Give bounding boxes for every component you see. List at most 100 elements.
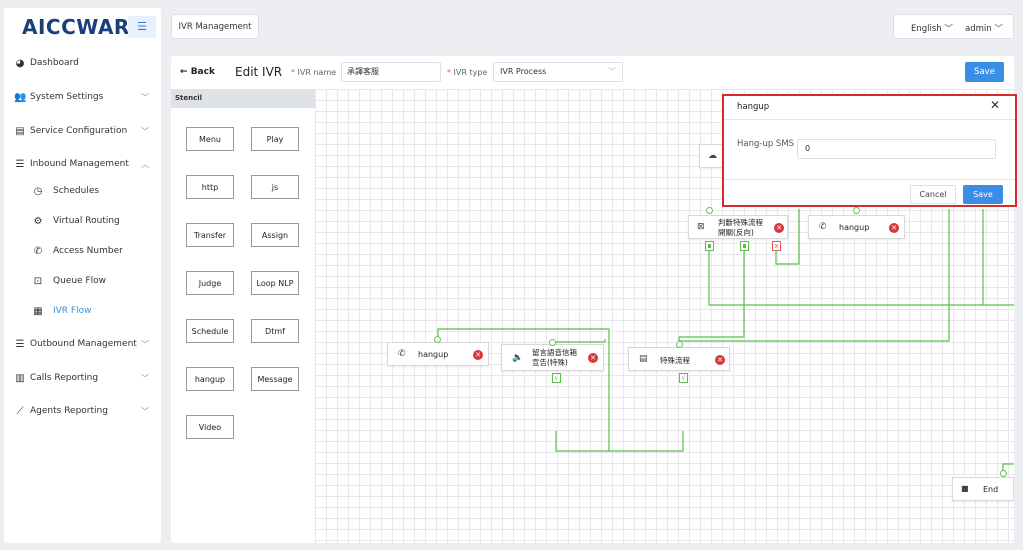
- node-label-line1: 判斷特殊流程: [718, 218, 763, 227]
- node-hangup-top[interactable]: ✆ hangup ✕: [808, 215, 905, 239]
- ivr-name-input[interactable]: 承譯客服: [341, 62, 441, 82]
- node-judge[interactable]: ⊠ 判斷特殊流程 開關(反向) ✕: [688, 215, 788, 239]
- sidebar-item-service-configuration[interactable]: ▤ Service Configuration ﹀: [4, 118, 161, 144]
- user-menu[interactable]: admin ﹀: [965, 22, 1003, 34]
- stencil-item-schedule[interactable]: Schedule: [186, 319, 234, 343]
- node-end[interactable]: ■ End: [952, 477, 1014, 501]
- node-label: hangup: [418, 350, 449, 359]
- logo: AICCWARE: [22, 15, 144, 39]
- delete-node-icon[interactable]: ✕: [473, 350, 483, 360]
- ivr-type-label: * IVR type: [447, 68, 487, 77]
- output-port-no[interactable]: x: [772, 241, 781, 251]
- tab-ivr-management[interactable]: IVR Management: [171, 14, 259, 39]
- chevron-down-icon: ﹀: [141, 339, 149, 349]
- stencil-item-video[interactable]: Video: [186, 415, 234, 439]
- list-icon: ☰: [15, 338, 25, 350]
- delete-node-icon[interactable]: ✕: [774, 223, 784, 233]
- node-label: hangup: [839, 223, 870, 232]
- sidebar-item-label: Dashboard: [30, 58, 79, 68]
- input-port[interactable]: [853, 207, 860, 214]
- sidebar-item-inbound-management[interactable]: ☰ Inbound Management ︿: [4, 151, 161, 177]
- sidebar-item-label: Calls Reporting: [30, 373, 99, 383]
- page-title: Edit IVR: [235, 65, 283, 79]
- stencil-item-play[interactable]: Play: [251, 127, 299, 151]
- stencil-item-judge[interactable]: Judge: [186, 271, 234, 295]
- input-port[interactable]: [434, 336, 441, 343]
- chevron-down-icon: ﹀: [141, 406, 149, 416]
- input-port[interactable]: [706, 207, 713, 214]
- sidebar-item-label: System Settings: [30, 92, 104, 102]
- sidebar-subitem-access-number[interactable]: ✆ Access Number: [4, 239, 161, 263]
- back-button[interactable]: ← Back: [180, 67, 215, 77]
- input-port[interactable]: [1000, 470, 1007, 477]
- divider: [724, 119, 1015, 120]
- sidebar-item-outbound-management[interactable]: ☰ Outbound Management ﹀: [4, 331, 161, 357]
- output-port[interactable]: √: [679, 373, 688, 383]
- menu-toggle-icon[interactable]: ☰: [128, 16, 156, 38]
- sidebar-subitem-label: Virtual Routing: [53, 216, 120, 226]
- sidebar-item-system-settings[interactable]: 👥 System Settings ﹀: [4, 84, 161, 110]
- stencil-item-assign[interactable]: Assign: [251, 223, 299, 247]
- sidebar-subitem-schedules[interactable]: ◷ Schedules: [4, 179, 161, 203]
- stencil-item-loop-nlp[interactable]: Loop NLP: [251, 271, 299, 295]
- sidebar-item-dashboard[interactable]: ◕ Dashboard: [4, 50, 161, 76]
- chevron-down-icon: ﹀: [141, 373, 149, 383]
- users-icon: 👥: [14, 91, 27, 103]
- arrow-left-icon: ←: [180, 67, 191, 77]
- sidebar-subitem-label: IVR Flow: [53, 306, 92, 316]
- save-button[interactable]: Save: [965, 62, 1004, 82]
- sidebar-subitem-label: Access Number: [53, 246, 123, 256]
- output-port-yes[interactable]: [740, 241, 749, 251]
- chevron-up-icon: ︿: [141, 159, 149, 169]
- stop-icon: ■: [961, 484, 969, 493]
- delete-node-icon[interactable]: ✕: [889, 223, 899, 233]
- stencil-item-message[interactable]: Message: [251, 367, 299, 391]
- language-selector[interactable]: English ﹀: [911, 22, 953, 34]
- delete-node-icon[interactable]: ✕: [588, 353, 598, 363]
- back-label: Back: [190, 67, 215, 77]
- judge-icon: ⊠: [697, 222, 705, 232]
- chevron-down-icon: ﹀: [608, 67, 616, 76]
- node-special-flow[interactable]: ▤ 特殊流程 ✕: [628, 347, 730, 371]
- chevron-down-icon: ﹀: [141, 92, 149, 102]
- node-voicemail[interactable]: 🔈 留言語音信箱 宣告(特殊) ✕: [501, 344, 604, 371]
- stencil-item-dtmf[interactable]: Dtmf: [251, 319, 299, 343]
- sidebar-item-label: Outbound Management: [30, 339, 137, 349]
- sidebar: AICCWARE ☰ ◕ Dashboard 👥 System Settings…: [4, 8, 161, 543]
- input-port[interactable]: [549, 339, 556, 346]
- stencil-item-hangup[interactable]: hangup: [186, 367, 234, 391]
- user-name: admin: [965, 24, 992, 34]
- cancel-button[interactable]: Cancel: [910, 185, 956, 204]
- line-chart-icon: ⟋: [16, 405, 24, 417]
- list-icon: ▤: [639, 354, 648, 364]
- output-port-yes[interactable]: [705, 241, 714, 251]
- logo-area: AICCWARE ☰: [4, 8, 161, 44]
- sidebar-subitem-virtual-routing[interactable]: ⚙ Virtual Routing: [4, 209, 161, 233]
- dialog-save-button[interactable]: Save: [963, 185, 1003, 204]
- header-user-controls: English ﹀ admin ﹀: [893, 14, 1014, 39]
- sidebar-subitem-queue-flow[interactable]: ⊡ Queue Flow: [4, 269, 161, 293]
- wire-special-to-voicemail: [609, 431, 684, 452]
- input-port[interactable]: [676, 341, 683, 348]
- stencil-item-http[interactable]: http: [186, 175, 234, 199]
- stencil-item-js[interactable]: js: [251, 175, 299, 199]
- language-label: English: [911, 24, 942, 34]
- stencil-header: Stencil: [171, 89, 315, 108]
- node-label: 判斷特殊流程 開關(反向): [718, 218, 763, 238]
- node-label: 特殊流程: [660, 356, 690, 365]
- node-hangup-left[interactable]: ✆ hangup ✕: [387, 342, 489, 366]
- hangup-sms-input[interactable]: 0: [797, 139, 996, 159]
- ivr-type-select[interactable]: IVR Process ﹀: [493, 62, 623, 82]
- sidebar-item-agents-reporting[interactable]: ⟋ Agents Reporting ﹀: [4, 398, 161, 424]
- delete-node-icon[interactable]: ✕: [715, 355, 725, 365]
- stencil-item-transfer[interactable]: Transfer: [186, 223, 234, 247]
- wire-judge-to-right: [708, 245, 1014, 306]
- output-port[interactable]: √: [552, 373, 561, 383]
- close-icon[interactable]: ✕: [990, 98, 1000, 112]
- sidebar-subitem-ivr-flow[interactable]: ▦ IVR Flow: [4, 299, 161, 323]
- sidebar-item-label: Inbound Management: [30, 159, 129, 169]
- stencil-item-menu[interactable]: Menu: [186, 127, 234, 151]
- clock-icon: ◷: [33, 185, 43, 197]
- sidebar-item-calls-reporting[interactable]: ▥ Calls Reporting ﹀: [4, 365, 161, 391]
- film-icon: ▦: [33, 305, 43, 317]
